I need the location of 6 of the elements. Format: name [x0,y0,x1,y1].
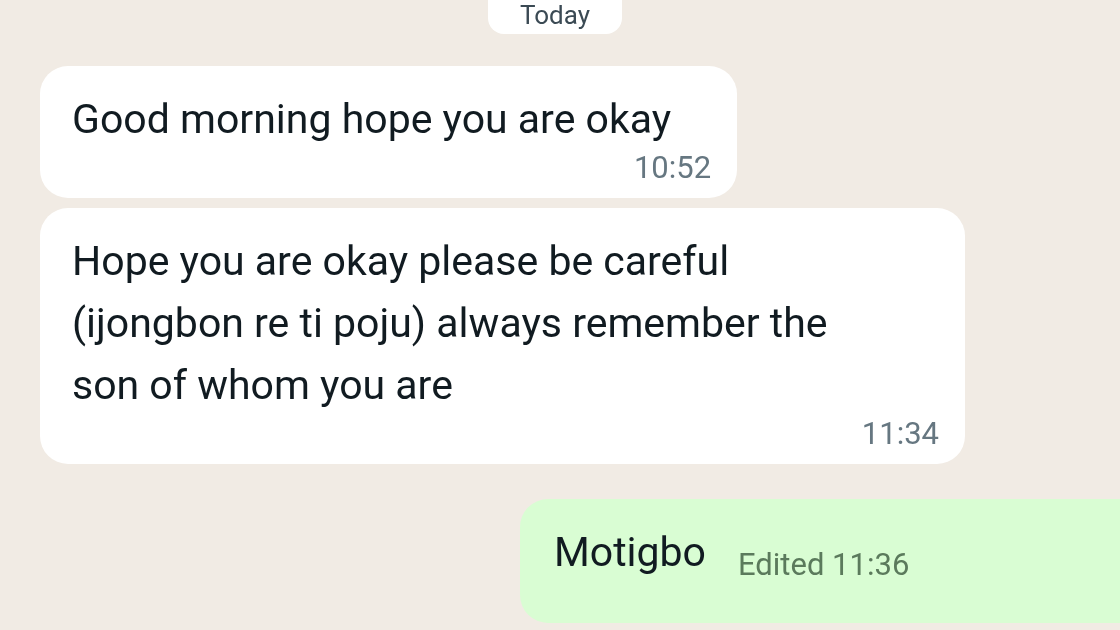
message-text: Motigbo [554,527,706,578]
message-time: 10:52 [632,150,712,186]
message-text: Good morning hope you are okay [72,94,673,145]
message-text: Hope you are okay please be careful (ijongbon re ti poju) always remember the son of whom you are [72,236,829,411]
message-time: Edited 11:36 [738,547,910,583]
message-time: 11:34 [860,416,939,452]
